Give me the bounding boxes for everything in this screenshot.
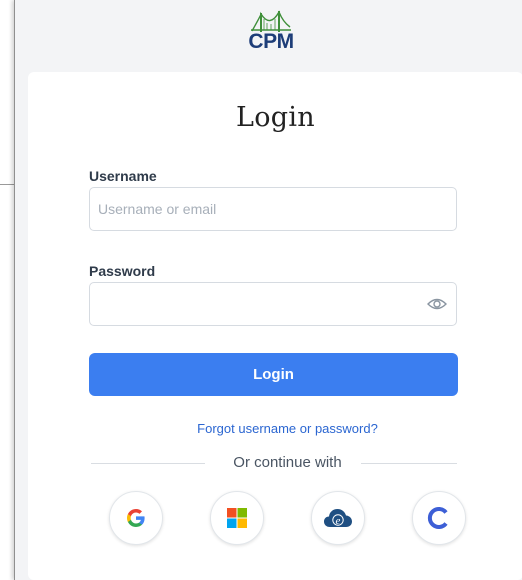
c-icon [427, 507, 448, 529]
username-field[interactable] [90, 188, 398, 230]
google-icon [127, 509, 145, 527]
username-field-container [89, 187, 457, 231]
password-field-container [89, 282, 457, 326]
forgot-password-link[interactable]: Forgot username or password? [28, 421, 522, 436]
page-title: Login [236, 102, 315, 133]
cpm-logo: CPM [241, 10, 301, 62]
cloud-ed-icon: e [324, 509, 352, 527]
show-password-icon[interactable] [427, 295, 447, 313]
password-label: Password [89, 263, 156, 279]
login-button[interactable]: Login [89, 353, 458, 396]
logo-text: CPM [248, 30, 294, 53]
login-page: CPM Login Username Password Login Forgot… [14, 0, 522, 580]
password-field[interactable] [90, 283, 398, 325]
username-label: Username [89, 168, 157, 184]
background-strip [0, 185, 14, 580]
c-login-button[interactable] [412, 491, 466, 545]
google-login-button[interactable] [109, 491, 163, 545]
cloud-login-button[interactable]: e [311, 491, 365, 545]
divider-line-right [361, 463, 457, 464]
login-card: Login Username Password Login Forgot use… [28, 72, 522, 580]
microsoft-login-button[interactable] [210, 491, 264, 545]
microsoft-icon [227, 508, 247, 528]
background-window [0, 0, 15, 185]
